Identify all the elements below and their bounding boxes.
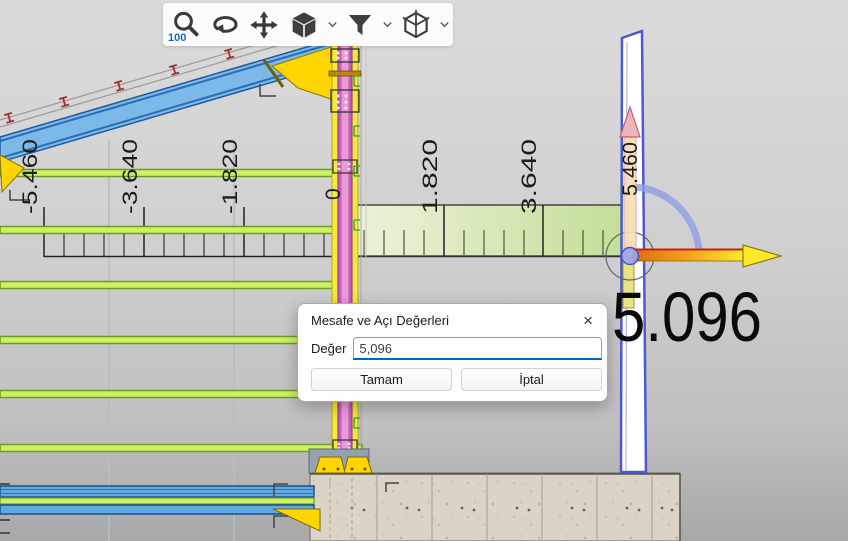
value-field-label: Değer xyxy=(311,341,346,356)
ruler-label: -1.820 xyxy=(219,139,242,214)
model-viewport[interactable]: -5.460 -3.640 -1.820 0 1.820 3.640 5.460… xyxy=(0,0,848,541)
measure-band[interactable] xyxy=(344,205,624,256)
measurement-readout: 5.096 xyxy=(612,278,762,356)
application-window: -5.460 -3.640 -1.820 0 1.820 3.640 5.460… xyxy=(0,0,848,541)
concrete-wall[interactable] xyxy=(310,473,680,541)
origin-handle[interactable] xyxy=(622,248,639,265)
zoom-area-button[interactable]: 100 xyxy=(169,6,203,44)
viewport-background xyxy=(0,0,848,541)
chevron-down-icon xyxy=(382,19,393,30)
close-icon[interactable]: × xyxy=(581,314,595,328)
filter-icon xyxy=(345,10,375,40)
ok-button[interactable]: Tamam xyxy=(311,368,452,391)
chevron-down-icon xyxy=(439,19,450,30)
distance-angle-dialog: Mesafe ve Açı Değerleri × Değer Tamam İp… xyxy=(297,303,608,402)
filter-button[interactable] xyxy=(343,6,377,44)
ruler-label-zero: 0 xyxy=(322,188,345,200)
ruler-label: -5.460 xyxy=(19,139,42,214)
view-cube-icon xyxy=(288,9,320,41)
view-cube-button[interactable] xyxy=(286,6,322,44)
pan-icon xyxy=(249,10,279,40)
ruler-label: -3.640 xyxy=(119,139,142,214)
ruler-label: 3.640 xyxy=(518,139,541,214)
column-base[interactable] xyxy=(309,449,372,473)
axonometric-dropdown[interactable] xyxy=(439,10,450,40)
chevron-down-icon xyxy=(327,19,338,30)
zoom-level-value: 100 xyxy=(168,32,186,44)
view-toolbar: 100 xyxy=(163,3,453,46)
filter-dropdown[interactable] xyxy=(382,10,393,40)
rotate-view-button[interactable] xyxy=(208,6,242,44)
rotate-view-icon xyxy=(210,10,240,40)
ruler-label-vertical: 5.460 xyxy=(619,142,642,196)
cancel-button[interactable]: İptal xyxy=(461,368,602,391)
ruler-label: 1.820 xyxy=(419,139,442,214)
dialog-title: Mesafe ve Açı Değerleri xyxy=(311,313,449,328)
axonometric-view-icon xyxy=(400,9,432,41)
axonometric-view-button[interactable] xyxy=(398,6,434,44)
pan-button[interactable] xyxy=(247,6,281,44)
value-input[interactable] xyxy=(353,337,602,360)
view-cube-dropdown[interactable] xyxy=(327,10,338,40)
